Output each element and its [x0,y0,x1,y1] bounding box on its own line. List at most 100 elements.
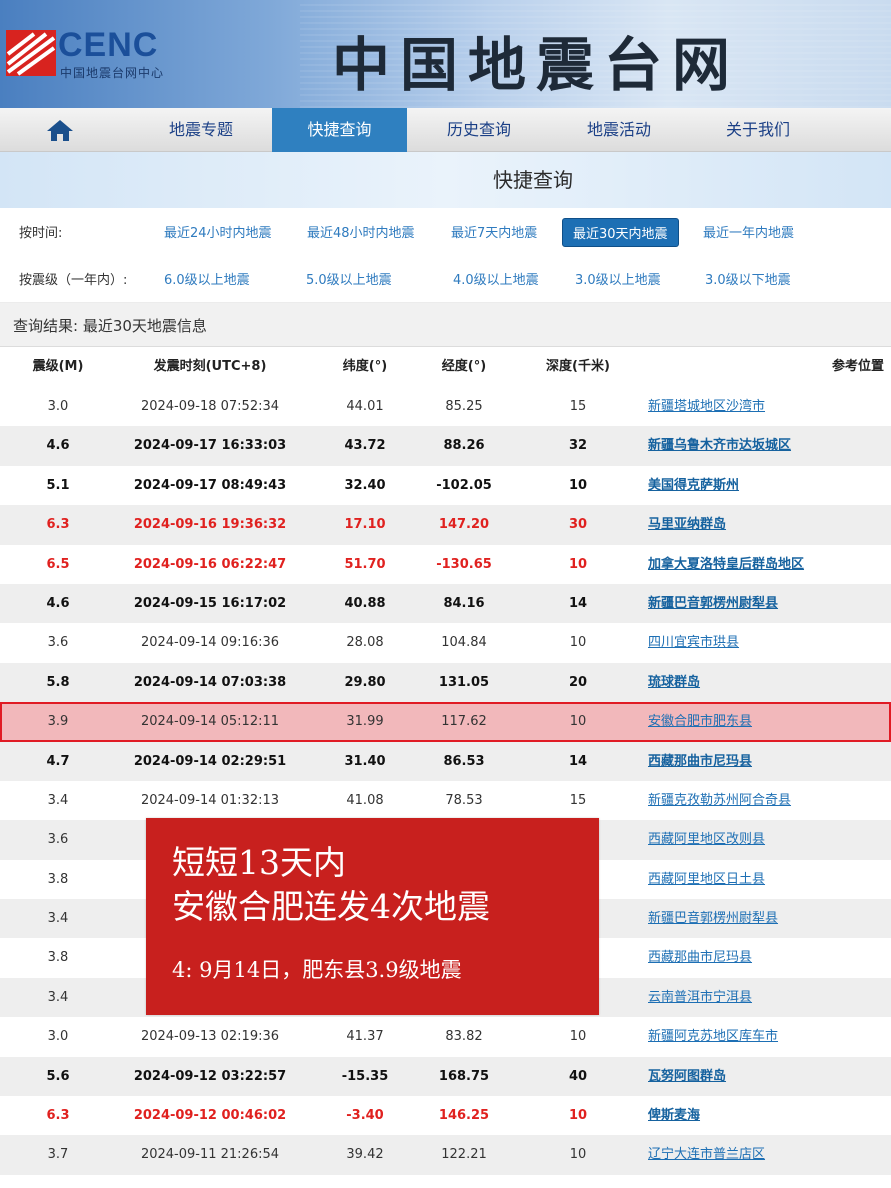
site-logo[interactable]: CENC 中国地震台网中心 [0,22,200,84]
depth-cell: 10 [568,477,588,493]
magnitude-cell: 4.6 [46,438,70,454]
location-link[interactable]: 加拿大夏洛特皇后群岛地区 [648,545,888,584]
magnitude-cell: 6.3 [46,517,70,533]
location-link[interactable]: 新疆克孜勒苏州阿合奇县 [648,781,888,820]
nav-item-earthquake-topics[interactable]: 地震专题 [135,108,267,152]
location-link[interactable]: 琉球群岛 [648,663,888,702]
table-row: 3.7 2024-09-11 21:26:54 39.42 122.21 10 辽宁大连市… [0,1135,891,1175]
location-link[interactable]: 四川宜宾市珙县 [648,623,888,662]
location-link[interactable]: 新疆巴音郭楞州尉犁县 [648,899,888,938]
col-header-magnitude: 震级(M) [32,359,84,374]
latitude-cell: 44.01 [346,399,384,414]
location-link[interactable]: 安徽合肥市肥东县 [648,702,888,741]
depth-cell: 15 [569,792,587,808]
latitude-cell: 29.80 [344,674,386,690]
magnitude-cell: 3.7 [47,1147,69,1163]
overlay-line-1: 短短13天内 [172,843,346,882]
table-body: 3.0 2024-09-18 07:52:34 44.01 85.25 15 新疆塔城地区… [0,387,891,1175]
table-row: 6.5 2024-09-16 06:22:47 51.70 -130.65 10 加拿大夏… [0,545,891,584]
col-header-depth: 深度(千米) [546,359,610,374]
home-icon[interactable] [46,118,74,142]
site-banner: CENC 中国地震台网中心 中国地震台网 [0,0,891,108]
magnitude-cell: 6.5 [46,556,70,572]
location-link[interactable]: 美国得克萨斯州 [648,466,888,505]
filter-30d[interactable]: 最近30天内地震 [562,218,679,247]
location-link[interactable]: 新疆乌鲁木齐市达坂城区 [648,426,888,465]
longitude-cell: 168.75 [438,1068,490,1084]
latitude-cell: 40.88 [344,595,386,611]
table-row: 4.6 2024-09-15 16:17:02 40.88 84.16 14 新疆巴音郭楞… [0,583,891,624]
nav-item-about-us[interactable]: 关于我们 [690,108,826,152]
longitude-cell: 88.26 [443,438,485,454]
result-text: 查询结果: 最近30天地震信息 [13,317,207,335]
longitude-cell: 117.62 [441,714,487,730]
filter-48h[interactable]: 最近48小时内地震 [307,222,415,241]
location-link[interactable]: 云南普洱市宁洱县 [648,978,888,1017]
table-row: 3.0 2024-09-13 02:19:36 41.37 83.82 10 新疆阿克苏地… [0,1017,891,1056]
overlay-line-3: 4: 9月14日，肥东县3.9级地震 [172,958,462,982]
latitude-cell: 51.70 [344,556,386,572]
filter-24h[interactable]: 最近24小时内地震 [164,222,272,241]
latitude-cell: 31.40 [344,753,386,769]
location-link[interactable]: 西藏那曲市尼玛县 [648,938,888,977]
latitude-cell: 41.08 [346,792,384,808]
time-cell: 2024-09-14 09:16:36 [140,635,280,651]
location-link[interactable]: 西藏阿里地区日土县 [648,860,888,899]
main-nav: 地震专题 快捷查询 历史查询 地震活动 关于我们 [0,108,891,152]
table-header: 震级(M) 发震时刻(UTC+8) 纬度(°) 经度(°) 深度(千米) 参考位… [0,347,891,387]
latitude-cell: 41.37 [346,1029,384,1045]
magnitude-cell: 3.9 [47,714,69,730]
filter-1y[interactable]: 最近一年内地震 [703,222,794,241]
magnitude-cell: 3.0 [47,1029,69,1045]
time-cell: 2024-09-11 21:26:54 [140,1147,280,1163]
depth-cell: 10 [568,1108,588,1124]
location-link[interactable]: 新疆阿克苏地区库车市 [648,1017,888,1056]
filter-mag-5[interactable]: 5.0级以上地震 [306,269,392,288]
longitude-cell: -130.65 [436,556,492,572]
location-link[interactable]: 俾斯麦海 [648,1096,888,1135]
table-row: 5.8 2024-09-14 07:03:38 29.80 131.05 20 琉球群岛 [0,662,891,703]
location-link[interactable]: 瓦努阿图群岛 [648,1057,888,1096]
table-row: 6.3 2024-09-16 19:36:32 17.10 147.20 30 马里亚纳群… [0,505,891,545]
location-link[interactable]: 马里亚纳群岛 [648,505,888,544]
magnitude-cell: 3.8 [47,950,69,966]
time-cell: 2024-09-16 06:22:47 [133,556,287,572]
longitude-cell: -102.05 [436,477,492,493]
magnitude-cell: 3.8 [47,871,69,887]
location-link[interactable]: 西藏阿里地区改则县 [648,820,888,859]
depth-cell: 14 [568,595,588,611]
latitude-cell: 17.10 [344,517,386,533]
filter-mag-6[interactable]: 6.0级以上地震 [164,269,250,288]
depth-cell: 14 [568,753,588,769]
magnitude-cell: 5.1 [46,477,70,493]
depth-cell: 20 [568,674,588,690]
location-link[interactable]: 辽宁大连市普兰店区 [648,1135,888,1174]
filter-mag-3[interactable]: 3.0级以上地震 [575,269,661,288]
location-link[interactable]: 新疆巴音郭楞州尉犁县 [648,584,888,623]
magnitude-cell: 4.7 [46,753,70,769]
nav-item-quick-query[interactable]: 快捷查询 [272,108,407,152]
location-link[interactable]: 新疆塔城地区沙湾市 [648,387,888,426]
longitude-cell: 86.53 [443,753,485,769]
table-row: 3.0 2024-09-18 07:52:34 44.01 85.25 15 新疆塔城地区… [0,387,891,426]
filter-7d[interactable]: 最近7天内地震 [451,222,537,241]
time-cell: 2024-09-12 00:46:02 [133,1108,287,1124]
overlay-line-2: 安徽合肥连发4次地震 [172,887,490,926]
time-cell: 2024-09-17 16:33:03 [133,438,287,454]
site-title: 中国地震台网 [332,31,741,99]
filter-mag-4[interactable]: 4.0级以上地震 [453,269,539,288]
nav-item-history-query[interactable]: 历史查询 [412,108,546,152]
table-row: 6.3 2024-09-12 00:46:02 -3.40 146.25 10 俾斯麦海 [0,1096,891,1135]
location-link[interactable]: 西藏那曲市尼玛县 [648,742,888,781]
nav-item-earthquake-activity[interactable]: 地震活动 [552,108,686,152]
col-header-time: 发震时刻(UTC+8) [153,359,267,374]
magnitude-cell: 3.0 [47,399,69,414]
magnitude-cell: 3.4 [47,989,69,1005]
latitude-cell: -3.40 [346,1108,384,1124]
longitude-cell: 78.53 [445,792,483,808]
time-cell: 2024-09-13 02:19:36 [140,1029,280,1045]
filter-panel: 按时间: 最近24小时内地震 最近48小时内地震 最近7天内地震 最近30天内地… [0,208,891,303]
longitude-cell: 147.20 [438,517,490,533]
filter-mag-below-3[interactable]: 3.0级以下地震 [705,269,791,288]
logo-subtitle: 中国地震台网中心 [60,66,165,80]
